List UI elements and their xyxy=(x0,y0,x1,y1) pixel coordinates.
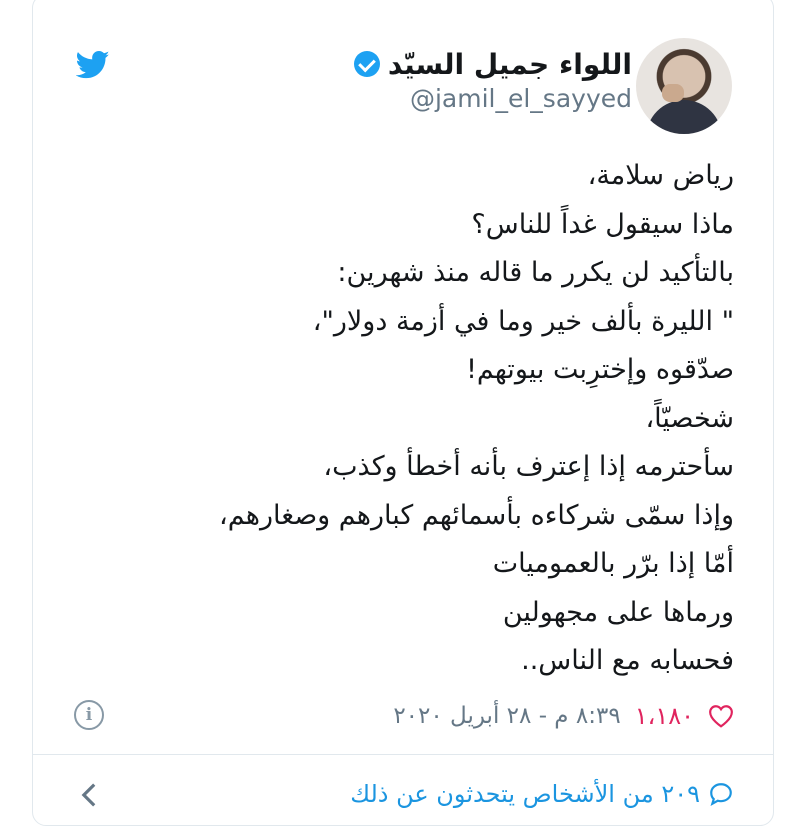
tweet-line: ماذا سيقول غداً للناس؟ xyxy=(471,208,734,240)
tweet-line: شخصيّاً، xyxy=(645,402,734,434)
avatar[interactable] xyxy=(636,38,732,134)
avatar-hand xyxy=(662,84,684,102)
people-talking-link[interactable]: ٢٠٩ من الأشخاص يتحدثون عن ذلك xyxy=(350,780,700,808)
divider xyxy=(32,754,774,755)
twitter-bird-icon[interactable] xyxy=(76,50,110,80)
tweet-line: وإذا سمّى شركاءه بأسمائهم كبارهم وصغارهم… xyxy=(219,499,734,531)
avatar-suit xyxy=(646,100,722,134)
author-handle[interactable]: @jamil_el_sayyed xyxy=(410,84,632,113)
tweet-line: أمّا إذا برّر بالعموميات xyxy=(492,548,734,579)
chevron-left-icon[interactable] xyxy=(80,782,98,808)
like-count[interactable]: ١،١٨٠ xyxy=(635,702,694,730)
tweet-line: " الليرة بألف خير وما في أزمة دولار"، xyxy=(312,305,734,337)
author-name-row[interactable]: اللواء جميل السيّد xyxy=(353,46,632,82)
tweet-line: سأحترمه إذا إعترف بأنه أخطأ وكذب، xyxy=(323,451,734,482)
tweet-line: صدّقوه وإخترِبت بيوتهم! xyxy=(466,354,734,385)
tweet-timestamp[interactable]: ٨:٣٩ م - ٢٨ أبريل ٢٠٢٠ xyxy=(393,703,620,729)
conversation-row[interactable]: ٢٠٩ من الأشخاص يتحدثون عن ذلك xyxy=(350,774,734,814)
tweet-text: رياض سلامة، ماذا سيقول غداً للناس؟ بالتأ… xyxy=(94,152,734,686)
tweet-line: فحسابه مع الناس.. xyxy=(521,645,734,676)
info-icon[interactable]: i xyxy=(74,700,104,730)
tweet-line: ورماها على مجهولين xyxy=(502,596,734,628)
tweet-line: رياض سلامة، xyxy=(587,160,734,191)
verified-badge-icon xyxy=(353,51,380,77)
author-name[interactable]: اللواء جميل السيّد xyxy=(388,48,632,81)
heart-icon[interactable] xyxy=(708,704,734,728)
tweet-line: بالتأكيد لن يكرر ما قاله منذ شهرين: xyxy=(337,257,734,288)
tweet-meta-row: ١،١٨٠ ٨:٣٩ م - ٢٨ أبريل ٢٠٢٠ xyxy=(393,696,734,736)
comment-bubble-icon xyxy=(710,783,732,806)
